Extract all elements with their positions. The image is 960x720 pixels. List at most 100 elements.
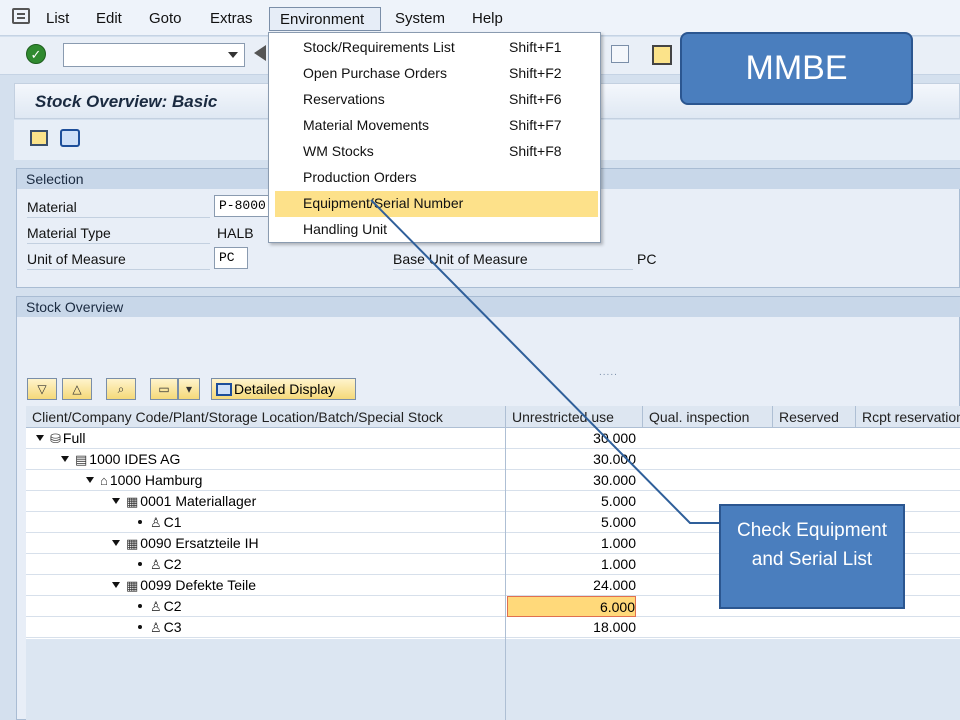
unrestricted-value: 30.000 bbox=[593, 451, 636, 467]
expand-icon: ▽ bbox=[37, 382, 47, 396]
material-label: Material bbox=[27, 196, 210, 218]
print-menu-button[interactable]: ▾ bbox=[178, 378, 200, 400]
expand-toggle[interactable] bbox=[112, 540, 120, 546]
expand-toggle[interactable] bbox=[112, 582, 120, 588]
storage-location-icon: ▦ bbox=[126, 578, 139, 593]
collapse-icon: △ bbox=[72, 382, 82, 396]
uom-label: Unit of Measure bbox=[27, 248, 210, 270]
menu-list[interactable]: List bbox=[46, 10, 69, 27]
row-label: 1000 IDES AG bbox=[89, 451, 181, 467]
stock-overview-header: Stock Overview bbox=[17, 297, 960, 317]
row-label: 0090 Ersatzteile IH bbox=[140, 535, 259, 551]
row-label: Full bbox=[62, 430, 86, 446]
detail-icon bbox=[216, 383, 232, 396]
material-field[interactable]: P-8000 bbox=[214, 195, 276, 217]
menu-help[interactable]: Help bbox=[472, 10, 503, 27]
unrestricted-value: 5.000 bbox=[600, 514, 636, 530]
client-icon: ⛁ bbox=[50, 431, 61, 446]
leaf-bullet bbox=[138, 625, 142, 629]
unrestricted-value: 24.000 bbox=[593, 577, 636, 593]
row-label: 0099 Defekte Teile bbox=[140, 577, 257, 593]
row-label: C1 bbox=[163, 514, 182, 530]
column-header-qual-inspection[interactable]: Qual. inspection bbox=[643, 406, 773, 428]
table-row[interactable]: ⌂ 1000 Hamburg 30.000 bbox=[26, 470, 960, 491]
page-title: Stock Overview: Basic bbox=[35, 92, 218, 111]
unrestricted-value: 1.000 bbox=[600, 556, 636, 572]
refresh-icon[interactable] bbox=[60, 129, 80, 147]
hierarchy-icon[interactable] bbox=[30, 130, 48, 146]
column-header-reserved[interactable]: Reserved bbox=[773, 406, 856, 428]
plant-icon: ⌂ bbox=[100, 473, 108, 488]
row-label: 0001 Materiallager bbox=[140, 493, 257, 509]
leaf-bullet bbox=[138, 520, 142, 524]
menu-item-material-movements[interactable]: Material Movements Shift+F7 bbox=[269, 113, 600, 139]
batch-icon: ♙ bbox=[150, 620, 162, 635]
find-button[interactable]: ⌕ bbox=[106, 378, 136, 400]
back-icon[interactable] bbox=[254, 45, 266, 61]
expand-all-button[interactable]: ▽ bbox=[27, 378, 57, 400]
base-uom-label: Base Unit of Measure bbox=[393, 248, 633, 270]
menu-item-stock-requirements[interactable]: Stock/Requirements List Shift+F1 bbox=[269, 35, 600, 61]
row-label: C2 bbox=[163, 598, 182, 614]
table-row[interactable]: ▤ 1000 IDES AG 30.000 bbox=[26, 449, 960, 470]
check-equipment-callout: Check Equipment and Serial List bbox=[719, 504, 905, 609]
column-separator[interactable] bbox=[505, 406, 506, 720]
print-button[interactable]: ▭ bbox=[150, 378, 178, 400]
menu-item-wm-stocks[interactable]: WM Stocks Shift+F8 bbox=[269, 139, 600, 165]
material-type-value: HALB bbox=[217, 225, 254, 241]
printer-icon: ▭ bbox=[158, 382, 170, 396]
menu-item-open-purchase-orders[interactable]: Open Purchase Orders Shift+F2 bbox=[269, 61, 600, 87]
layout-icon[interactable] bbox=[652, 45, 672, 65]
grid-header: Client/Company Code/Plant/Storage Locati… bbox=[26, 406, 960, 428]
menu-item-equipment-serial-number[interactable]: Equipment/Serial Number bbox=[275, 191, 598, 217]
menu-item-handling-unit[interactable]: Handling Unit bbox=[269, 217, 600, 243]
collapse-all-button[interactable]: △ bbox=[62, 378, 92, 400]
batch-icon: ♙ bbox=[150, 599, 162, 614]
detailed-display-button[interactable]: Detailed Display bbox=[211, 378, 356, 400]
command-field[interactable] bbox=[63, 43, 245, 67]
expand-toggle[interactable] bbox=[86, 477, 94, 483]
unrestricted-value: 18.000 bbox=[593, 619, 636, 635]
row-label: C2 bbox=[163, 556, 182, 572]
leaf-bullet bbox=[138, 562, 142, 566]
leaf-bullet bbox=[138, 604, 142, 608]
table-row[interactable]: ⛁ Full 30.000 bbox=[26, 428, 960, 449]
expand-toggle[interactable] bbox=[112, 498, 120, 504]
menu-bar: List Edit Goto Extras Environment System… bbox=[0, 0, 960, 36]
selected-value-cell[interactable]: 6.000 bbox=[507, 596, 636, 617]
menu-goto[interactable]: Goto bbox=[149, 10, 182, 27]
unrestricted-value: 30.000 bbox=[593, 430, 636, 446]
company-icon: ▤ bbox=[75, 452, 88, 467]
menu-item-reservations[interactable]: Reservations Shift+F6 bbox=[269, 87, 600, 113]
batch-icon: ♙ bbox=[150, 515, 162, 530]
row-label: C3 bbox=[163, 619, 182, 635]
find-icon[interactable] bbox=[611, 45, 629, 63]
uom-field[interactable]: PC bbox=[214, 247, 248, 269]
column-header-unrestricted[interactable]: Unrestricted use bbox=[506, 406, 643, 428]
unrestricted-value: 1.000 bbox=[600, 535, 636, 551]
table-row[interactable]: ♙ C3 18.000 bbox=[26, 617, 960, 638]
base-uom-value: PC bbox=[637, 251, 657, 267]
material-type-label: Material Type bbox=[27, 222, 210, 244]
chevron-down-icon: ▾ bbox=[185, 382, 193, 396]
unrestricted-value: 5.000 bbox=[600, 493, 636, 509]
storage-location-icon: ▦ bbox=[126, 494, 139, 509]
menu-item-production-orders[interactable]: Production Orders bbox=[269, 165, 600, 191]
unrestricted-value: 30.000 bbox=[593, 472, 636, 488]
storage-location-icon: ▦ bbox=[126, 536, 139, 551]
batch-icon: ♙ bbox=[150, 557, 162, 572]
binoculars-icon: ⌕ bbox=[117, 382, 125, 396]
menu-environment[interactable]: Environment bbox=[269, 7, 381, 31]
column-header-rcpt-reservation[interactable]: Rcpt reservation bbox=[856, 406, 960, 428]
row-label: 1000 Hamburg bbox=[109, 472, 203, 488]
expand-toggle[interactable] bbox=[61, 456, 69, 462]
grid-empty-area bbox=[26, 639, 960, 720]
expand-toggle[interactable] bbox=[36, 435, 44, 441]
mmbe-callout: MMBE bbox=[680, 32, 913, 105]
menu-edit[interactable]: Edit bbox=[96, 10, 122, 27]
column-header-hierarchy[interactable]: Client/Company Code/Plant/Storage Locati… bbox=[26, 406, 506, 428]
system-menu-icon[interactable] bbox=[12, 8, 30, 24]
menu-extras[interactable]: Extras bbox=[210, 10, 253, 27]
menu-system[interactable]: System bbox=[395, 10, 445, 27]
enter-check-icon[interactable]: ✓ bbox=[26, 44, 46, 64]
